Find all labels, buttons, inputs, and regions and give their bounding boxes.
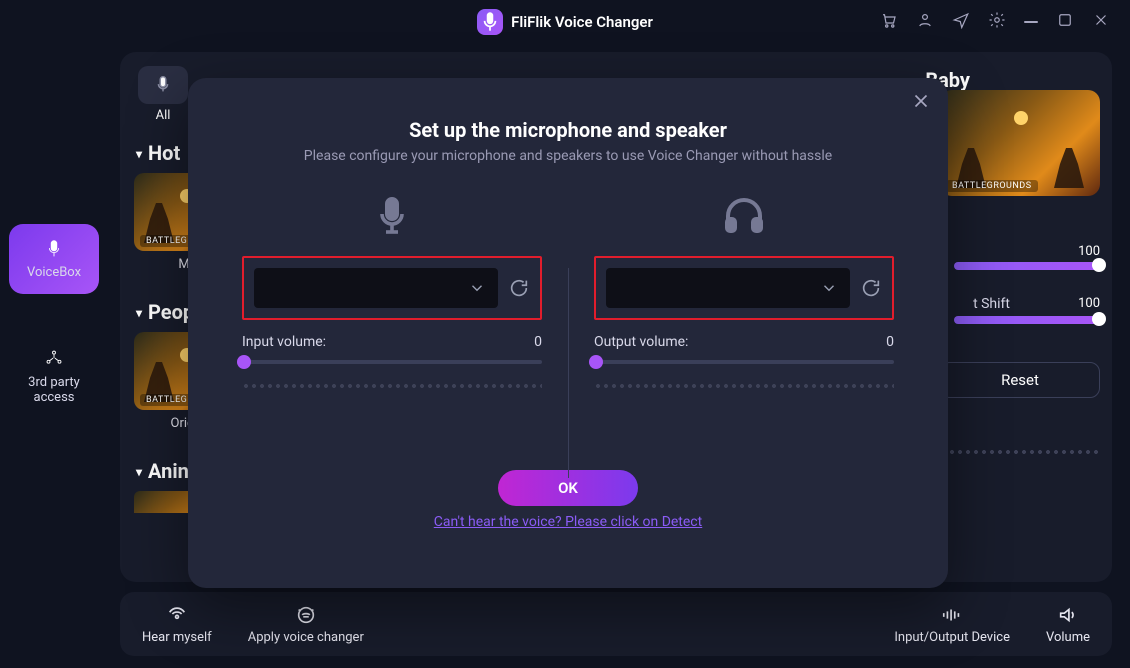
modal-subtitle: Please configure your microphone and spe…: [216, 148, 920, 164]
input-volume-value: 0: [534, 334, 542, 350]
output-volume-label: Output volume:: [594, 334, 688, 350]
input-device-select[interactable]: [254, 268, 498, 308]
slider-knob[interactable]: [237, 355, 251, 369]
output-refresh-icon[interactable]: [860, 277, 882, 299]
output-device-select[interactable]: [606, 268, 850, 308]
input-volume-slider[interactable]: [242, 360, 542, 364]
input-volume-label: Input volume:: [242, 334, 326, 350]
chevron-down-icon: [468, 279, 486, 297]
output-device-highlight: [594, 256, 894, 320]
modal-overlay: Set up the microphone and speaker Please…: [0, 0, 1130, 668]
microphone-icon: [368, 192, 416, 240]
modal-title: Set up the microphone and speaker: [216, 118, 920, 142]
setup-modal: Set up the microphone and speaker Please…: [188, 78, 948, 588]
input-device-highlight: [242, 256, 542, 320]
output-column: Output volume: 0: [568, 192, 920, 432]
input-vu-meter: [242, 382, 542, 392]
chevron-down-icon: [820, 279, 838, 297]
slider-knob[interactable]: [589, 355, 603, 369]
input-column: Input volume: 0: [216, 192, 568, 432]
detect-link[interactable]: Can't hear the voice? Please click on De…: [216, 514, 920, 530]
output-volume-value: 0: [886, 334, 894, 350]
close-icon[interactable]: [910, 90, 932, 112]
output-vu-meter: [594, 382, 894, 392]
headphones-icon: [720, 192, 768, 240]
output-volume-slider[interactable]: [594, 360, 894, 364]
input-refresh-icon[interactable]: [508, 277, 530, 299]
